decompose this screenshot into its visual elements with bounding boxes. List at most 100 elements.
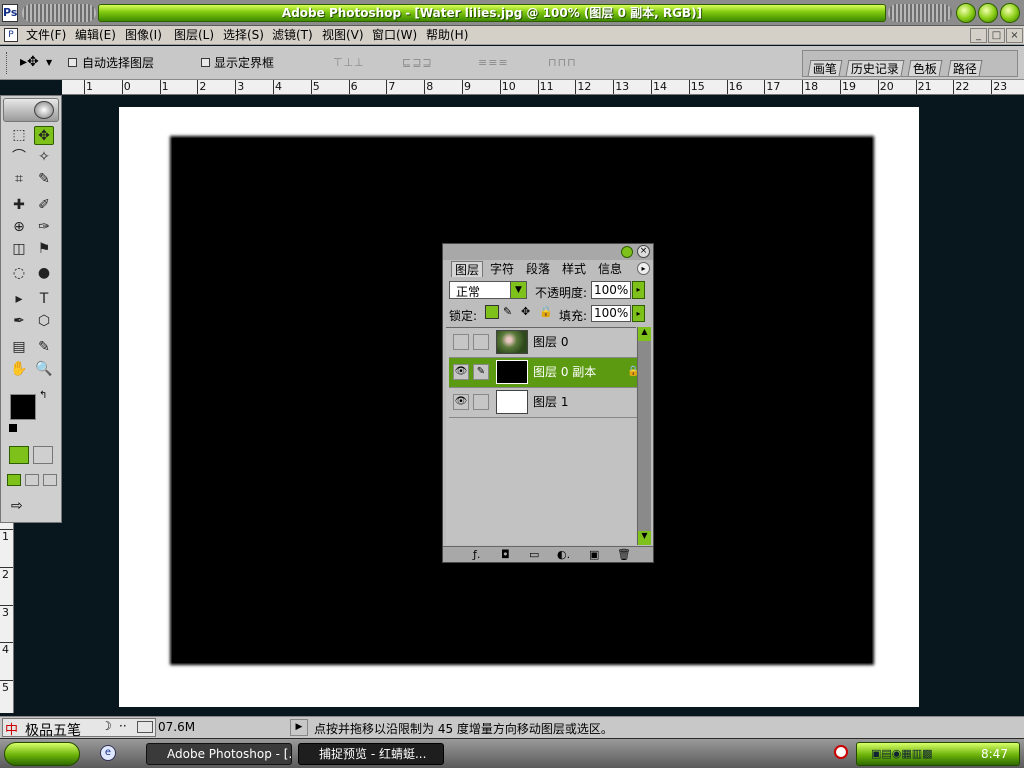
opacity-slider-button[interactable]: ▸ <box>632 281 645 299</box>
photoshop-app-icon[interactable]: Ps <box>2 4 18 22</box>
trash-icon[interactable]: 🗑 <box>617 548 631 561</box>
screen-mode-standard[interactable] <box>7 474 21 486</box>
notes-tool-icon[interactable]: ▤ <box>9 338 29 357</box>
move-tool-preset-icon[interactable]: ▸✥ <box>20 54 39 70</box>
palette-minimize-button[interactable] <box>621 246 633 258</box>
new-set-icon[interactable]: ▭ <box>529 548 539 561</box>
path-select-icon[interactable]: ▸ <box>9 290 29 309</box>
distribute-horizontal-icons[interactable]: ⊓⊓⊓ <box>548 56 577 69</box>
magic-wand-icon[interactable]: ✧ <box>34 148 54 167</box>
default-colors-icon[interactable] <box>9 424 17 432</box>
standard-mode-button[interactable] <box>9 446 29 464</box>
lock-move-icon[interactable]: ✥ <box>521 305 530 318</box>
status-menu-arrow-icon[interactable]: ▶ <box>290 719 308 736</box>
close-button[interactable] <box>1000 3 1020 23</box>
menu-view[interactable]: 视图(V) <box>320 27 366 44</box>
link-toggle[interactable] <box>473 334 489 350</box>
toolbox-header[interactable] <box>3 98 59 122</box>
clone-stamp-icon[interactable]: ⊕ <box>9 218 29 237</box>
doc-close-button[interactable]: × <box>1006 28 1023 43</box>
doc-minimize-button[interactable]: _ <box>970 28 987 43</box>
tab-paragraph[interactable]: 段落 <box>523 261 553 277</box>
layer-name[interactable]: 图层 1 <box>533 395 568 409</box>
lock-paint-icon[interactable]: ✎ <box>503 305 512 318</box>
crop-tool-icon[interactable]: ⌗ <box>9 170 29 189</box>
scroll-up-button[interactable]: ▲ <box>638 327 651 341</box>
visibility-toggle[interactable] <box>453 334 469 350</box>
menu-select[interactable]: 选择(S) <box>221 27 266 44</box>
eye-icon[interactable]: 👁 <box>453 364 469 380</box>
layers-title-bar[interactable]: × <box>443 244 653 260</box>
auto-select-checkbox[interactable] <box>68 58 77 67</box>
ime-bar[interactable]: 中 极品五笔 ☽ ·· <box>2 718 156 739</box>
link-toggle[interactable] <box>473 394 489 410</box>
keyboard-icon[interactable] <box>137 721 153 733</box>
menu-image[interactable]: 图像(I) <box>123 27 164 44</box>
well-tab-swatches[interactable]: 色板 <box>907 60 943 76</box>
tab-styles[interactable]: 样式 <box>559 261 589 277</box>
align-vertical-icons[interactable]: ⊤⊥⊥ <box>333 56 365 69</box>
well-tab-paths[interactable]: 路径 <box>947 60 983 76</box>
menu-edit[interactable]: 编辑(E) <box>73 27 118 44</box>
start-button[interactable] <box>4 742 80 766</box>
brush-icon[interactable]: ✎ <box>473 364 489 380</box>
well-tab-brushes[interactable]: 画笔 <box>807 60 843 76</box>
document-icon[interactable]: P <box>4 28 18 42</box>
menu-help[interactable]: 帮助(H) <box>424 27 470 44</box>
layer-row-1[interactable]: 👁 图层 1 <box>449 388 639 418</box>
moon-icon[interactable]: ☽ <box>101 719 112 733</box>
slice-tool-icon[interactable]: ✎ <box>34 170 54 189</box>
well-tab-history[interactable]: 历史记录 <box>845 60 905 76</box>
move-tool-icon[interactable]: ✥ <box>34 126 54 145</box>
scroll-down-button[interactable]: ▼ <box>638 531 651 545</box>
layer-name[interactable]: 图层 0 <box>533 335 568 349</box>
horizontal-ruler[interactable]: 1 0 1 2 3 4 5 6 7 8 9 10 11 12 13 14 15 16 17 18 19 20 21 22 23 <box>62 80 1024 95</box>
screen-mode-full-menu[interactable] <box>25 474 39 486</box>
add-mask-icon[interactable]: ◘ <box>501 548 510 561</box>
punctuation-icon[interactable]: ·· <box>119 719 127 733</box>
blur-tool-icon[interactable]: ◌ <box>9 264 29 283</box>
dodge-tool-icon[interactable]: ● <box>34 264 54 283</box>
quick-mask-button[interactable] <box>33 446 53 464</box>
align-horizontal-icons[interactable]: ⊑⊒⊒ <box>402 56 433 69</box>
jump-to-imageready-icon[interactable]: ⇨ <box>11 498 23 514</box>
chevron-down-icon[interactable]: ▼ <box>510 282 526 298</box>
task-photoshop[interactable]: Adobe Photoshop - [... <box>146 743 292 765</box>
doc-restore-button[interactable]: □ <box>988 28 1005 43</box>
maximize-button[interactable] <box>978 3 998 23</box>
screen-mode-full[interactable] <box>43 474 57 486</box>
new-layer-icon[interactable]: ▣ <box>589 548 599 561</box>
layer-list[interactable]: 图层 0 👁 ✎ 图层 0 副本 🔒 👁 图层 1 <box>446 327 639 545</box>
menu-file[interactable]: 文件(F) <box>24 27 68 44</box>
layer-name[interactable]: 图层 0 副本 <box>533 365 596 379</box>
adjustment-layer-icon[interactable]: ◐. <box>557 548 570 561</box>
blend-mode-select[interactable]: 正常 ▼ <box>449 281 527 299</box>
paint-bucket-icon[interactable]: ⚑ <box>34 240 54 259</box>
shape-tool-icon[interactable]: ⬡ <box>34 312 54 331</box>
layer-list-scrollbar[interactable]: ▲ ▼ <box>637 327 651 545</box>
palette-menu-arrow-icon[interactable]: ▸ <box>637 262 650 275</box>
swap-colors-icon[interactable]: ↰ <box>39 390 47 401</box>
lock-all-icon[interactable]: 🔒 <box>539 305 553 318</box>
fill-slider-button[interactable]: ▸ <box>632 305 645 322</box>
layer-row-selected[interactable]: 👁 ✎ 图层 0 副本 🔒 <box>449 358 639 388</box>
type-tool-icon[interactable]: T <box>34 290 54 309</box>
minimize-button[interactable] <box>956 3 976 23</box>
menu-filter[interactable]: 滤镜(T) <box>270 27 315 44</box>
chevron-down-icon[interactable]: ▼ <box>46 58 52 67</box>
brush-tool-icon[interactable]: ✐ <box>34 196 54 215</box>
palette-close-icon[interactable]: × <box>637 245 650 258</box>
layer-style-icon[interactable]: ƒ. <box>473 548 480 561</box>
hand-tool-icon[interactable]: ✋ <box>9 360 29 379</box>
foreground-color-swatch[interactable] <box>10 394 36 420</box>
menu-layer[interactable]: 图层(L) <box>172 27 216 44</box>
distribute-vertical-icons[interactable]: ≡≡≡ <box>478 56 509 69</box>
eraser-tool-icon[interactable]: ◫ <box>9 240 29 259</box>
title-bar[interactable]: Ps Adobe Photoshop - [Water lilies.jpg @… <box>0 0 1024 26</box>
eyedropper-icon[interactable]: ✎ <box>34 338 54 357</box>
lasso-tool-icon[interactable]: ⌒ <box>9 148 29 167</box>
history-brush-icon[interactable]: ✑ <box>34 218 54 237</box>
task-capture-preview[interactable]: 捕捉预览 - 红蜻蜓... <box>298 743 444 765</box>
tray-icons[interactable]: ▣▤◉▦▥▩ <box>871 747 933 760</box>
menu-window[interactable]: 窗口(W) <box>370 27 419 44</box>
